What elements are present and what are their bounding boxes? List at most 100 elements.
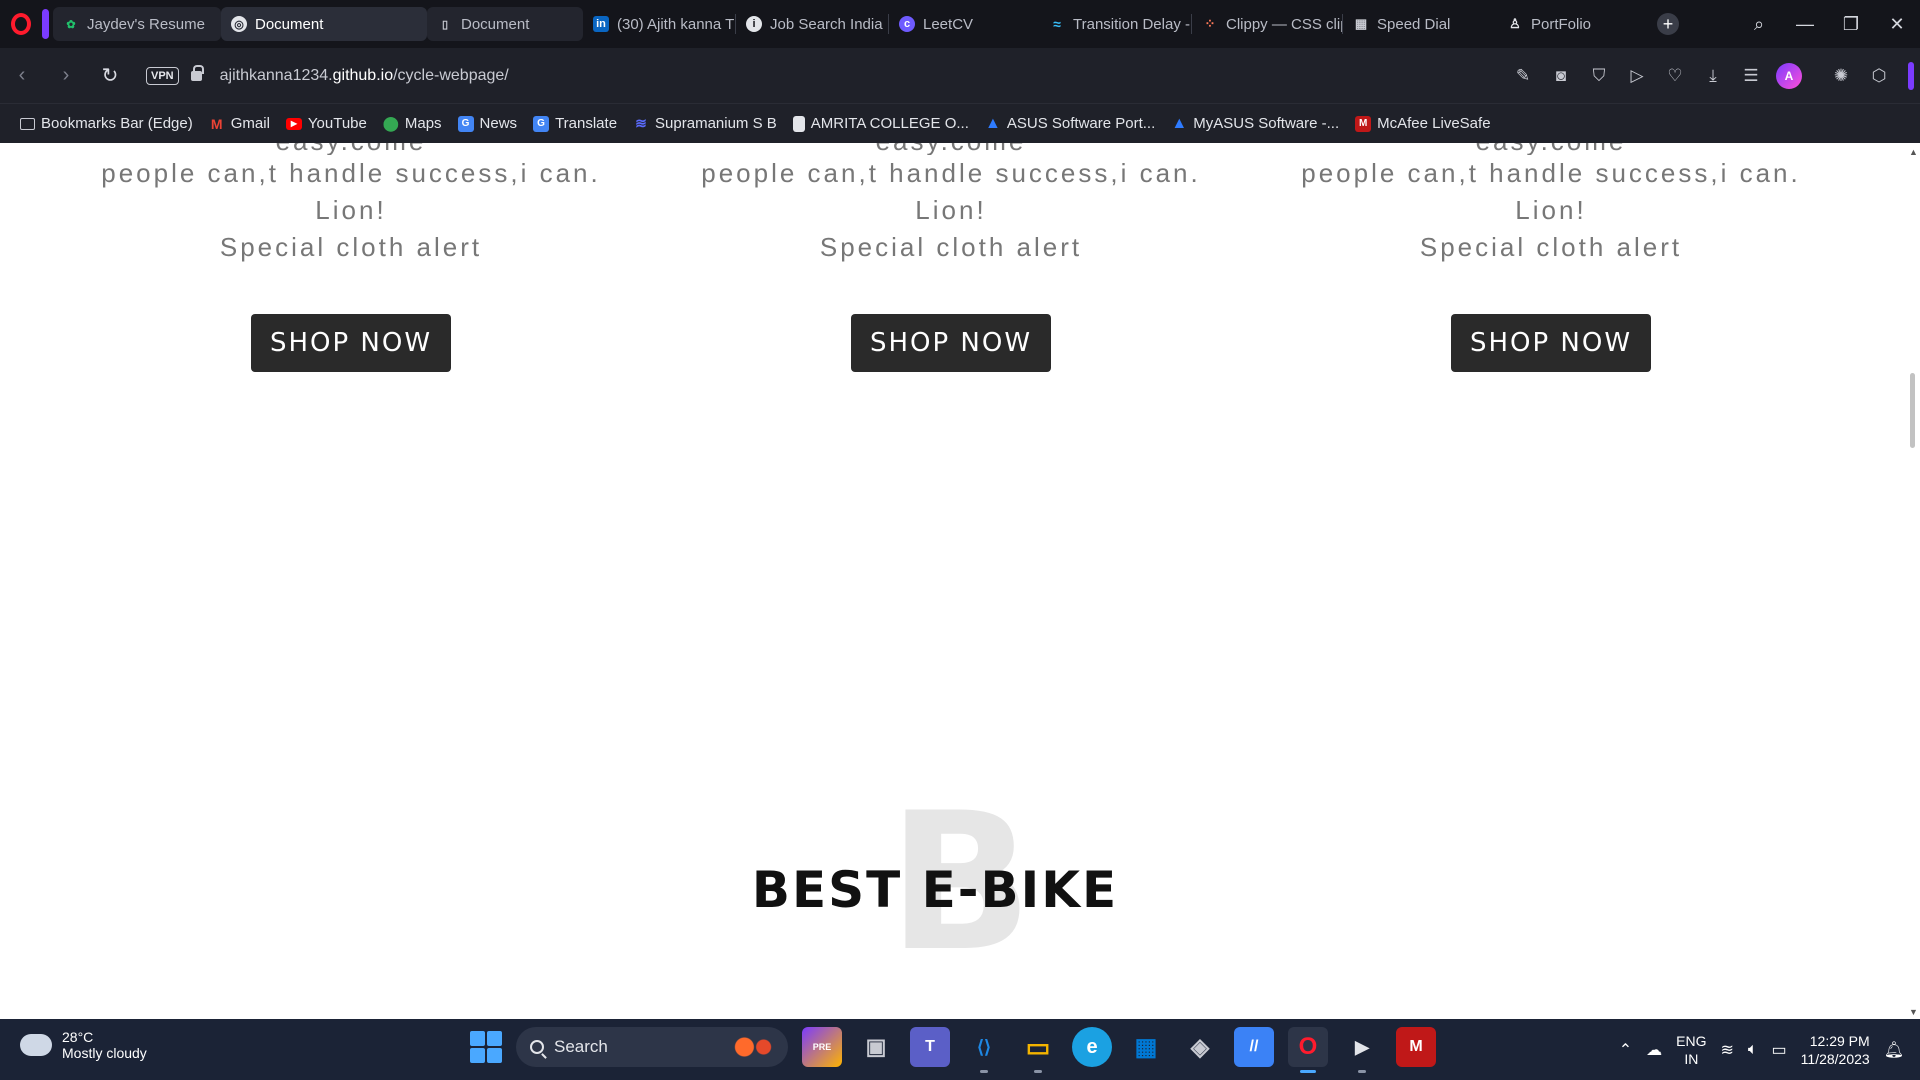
camera-icon[interactable]: ◙ <box>1544 59 1578 93</box>
tab-document[interactable]: ▯ Document <box>427 7 583 41</box>
product-text: Lion! <box>1515 195 1587 225</box>
tab-portfolio[interactable]: ♙ PortFolio <box>1497 7 1637 41</box>
new-tab-button[interactable]: + <box>1657 13 1679 35</box>
bookmark-label: Maps <box>404 115 442 132</box>
bookmark-youtube[interactable]: ▶ YouTube <box>285 115 367 132</box>
scroll-down-icon[interactable]: ▼ <box>1909 1007 1918 1017</box>
easy-setup-icon[interactable]: ☰ <box>1734 59 1768 93</box>
news-icon: G <box>457 115 474 132</box>
visual-studio-icon[interactable]: // <box>1234 1027 1274 1067</box>
product-text: Special cloth alert <box>219 232 483 262</box>
product-card: easy.come people can,t handle success,i … <box>1251 143 1851 372</box>
shop-now-button[interactable]: SHOP NOW <box>251 314 451 372</box>
scroll-up-icon[interactable]: ▲ <box>1909 147 1918 157</box>
bookmark-gmail[interactable]: M Gmail <box>209 115 270 132</box>
product-text: people can,t handle success,i can. <box>701 158 1201 188</box>
tab-clippy[interactable]: ⁘ Clippy — CSS clip <box>1192 7 1342 41</box>
media-player-icon[interactable]: ▶ <box>1342 1027 1382 1073</box>
bookmark-amrita[interactable]: AMRITA COLLEGE O... <box>792 115 969 132</box>
battery-icon[interactable]: ▭ <box>1772 1040 1787 1060</box>
minimize-button[interactable]: — <box>1782 0 1828 48</box>
url-path: /cycle-webpage/ <box>393 66 509 84</box>
search-tabs-icon[interactable]: ⌕ <box>1736 0 1782 48</box>
chevron-up-icon[interactable]: ⌃ <box>1619 1040 1632 1060</box>
download-icon[interactable]: ⤓ <box>1696 59 1730 93</box>
bookmarks-bar: Bookmarks Bar (Edge) M Gmail ▶ YouTube ⬤… <box>0 103 1920 143</box>
back-button[interactable]: ‹ <box>0 54 44 98</box>
tab-title: (30) Ajith kanna T <box>617 15 735 33</box>
heart-icon[interactable]: ♡ <box>1658 59 1692 93</box>
file-explorer-icon[interactable]: ▭ <box>1018 1027 1058 1073</box>
file-icon: ▯ <box>441 18 449 31</box>
bookmark-news[interactable]: G News <box>457 115 517 132</box>
opera-menu-icon[interactable] <box>0 0 42 48</box>
sidebar-toggle[interactable] <box>1908 61 1914 90</box>
bookmark-mcafee[interactable]: M McAfee LiveSafe <box>1355 115 1491 132</box>
vpn-badge[interactable]: VPN <box>146 66 179 85</box>
shop-now-button[interactable]: SHOP NOW <box>1451 314 1651 372</box>
globe-icon: ◎ <box>231 16 247 32</box>
mcafee-icon[interactable]: M <box>1396 1027 1436 1067</box>
product-text: Special cloth alert <box>1419 232 1683 262</box>
language-indicator[interactable]: ENG IN <box>1676 1032 1706 1068</box>
tab-linkedin[interactable]: in (30) Ajith kanna T <box>583 7 735 41</box>
volume-icon[interactable]: 🔈︎ <box>1748 1041 1758 1059</box>
reload-button[interactable]: ↻ <box>88 54 132 98</box>
tab-title: Job Search India | <box>770 15 888 33</box>
aria-icon[interactable]: ✺ <box>1824 59 1858 93</box>
scrollbar-thumb[interactable] <box>1910 373 1915 448</box>
tab-job-search[interactable]: i Job Search India | <box>736 7 888 41</box>
bookmark-myasus[interactable]: ▲ MyASUS Software -... <box>1171 115 1339 133</box>
forward-button[interactable]: › <box>44 54 88 98</box>
copilot-icon[interactable]: PRE <box>802 1027 842 1067</box>
tab-jaydev-resume[interactable]: ✿ Jaydev's Resume <box>53 7 221 41</box>
wifi-icon[interactable]: ≋ <box>1721 1040 1734 1060</box>
bookmark-edge-folder[interactable]: Bookmarks Bar (Edge) <box>20 115 193 132</box>
bookmark-label: Supramanium S B <box>655 115 777 132</box>
address-actions: ✎ ◙ ⛉ ▷ ♡ ⤓ ☰ A ✺ ⬡ <box>1506 48 1920 103</box>
edit-icon[interactable]: ✎ <box>1506 59 1540 93</box>
restore-button[interactable]: ❐ <box>1828 0 1874 48</box>
ms-store-icon[interactable]: ▦ <box>1126 1027 1166 1067</box>
bookmark-asus-portal[interactable]: ▲ ASUS Software Port... <box>985 115 1155 133</box>
weather-widget[interactable]: 28°C Mostly cloudy <box>20 1026 147 1061</box>
tab-title: Clippy — CSS clip <box>1226 15 1342 33</box>
teams-icon[interactable]: T <box>910 1027 950 1067</box>
maps-pin-icon: ⬤ <box>383 115 399 131</box>
profile-avatar[interactable]: A <box>1772 59 1806 93</box>
edge-icon[interactable]: e <box>1072 1027 1112 1067</box>
extensions-icon[interactable]: ⬡ <box>1862 59 1896 93</box>
bookmark-translate[interactable]: G Translate <box>533 115 617 132</box>
send-icon[interactable]: ▷ <box>1620 59 1654 93</box>
product-text-clipped: easy.come <box>651 143 1251 155</box>
bookmark-supramanium[interactable]: ≋ Supramanium S B <box>633 115 777 132</box>
page-scrollbar[interactable]: ▲ ▼ <box>1906 143 1920 1019</box>
clippy-icon: ⁘ <box>1204 16 1216 31</box>
leaf-icon: ✿ <box>66 18 76 31</box>
windows-start-icon[interactable] <box>470 1031 502 1063</box>
tab-speed-dial[interactable]: ▦ Speed Dial <box>1343 7 1497 41</box>
tab-document-active[interactable]: ◎ Document <box>221 7 427 41</box>
bookmark-label: Gmail <box>230 115 270 132</box>
workspace-indicator <box>42 9 49 39</box>
product-card: easy.come people can,t handle success,i … <box>651 143 1251 372</box>
shield-icon[interactable]: ⛉ <box>1582 59 1616 93</box>
vscode-icon[interactable]: ⟨⟩ <box>964 1027 1004 1073</box>
lock-icon[interactable] <box>190 64 204 81</box>
notification-bell-icon[interactable]: 🔔︎ <box>1884 1040 1904 1060</box>
task-view-icon[interactable]: ▣ <box>856 1027 896 1067</box>
bookmark-maps[interactable]: ⬤ Maps <box>383 115 442 132</box>
unity-icon[interactable]: ◈ <box>1180 1027 1220 1067</box>
region-code: IN <box>1684 1050 1699 1067</box>
onedrive-icon[interactable]: ☁ <box>1646 1040 1662 1060</box>
shop-now-button[interactable]: SHOP NOW <box>851 314 1051 372</box>
taskbar-search[interactable]: Search <box>516 1027 788 1067</box>
address-field[interactable]: ajithkanna1234.github.io/cycle-webpage/ <box>220 67 509 85</box>
tab-transition-delay[interactable]: ≈ Transition Delay - <box>1039 7 1191 41</box>
page-viewport[interactable]: easy.come people can,t handle success,i … <box>0 143 1920 1019</box>
opera-icon[interactable]: O <box>1288 1027 1328 1073</box>
folder-icon <box>20 117 35 130</box>
close-window-button[interactable]: ✕ <box>1874 0 1920 48</box>
tab-leetcv[interactable]: c LeetCV <box>889 7 1039 41</box>
clock[interactable]: 12:29 PM 11/28/2023 <box>1801 1032 1870 1068</box>
